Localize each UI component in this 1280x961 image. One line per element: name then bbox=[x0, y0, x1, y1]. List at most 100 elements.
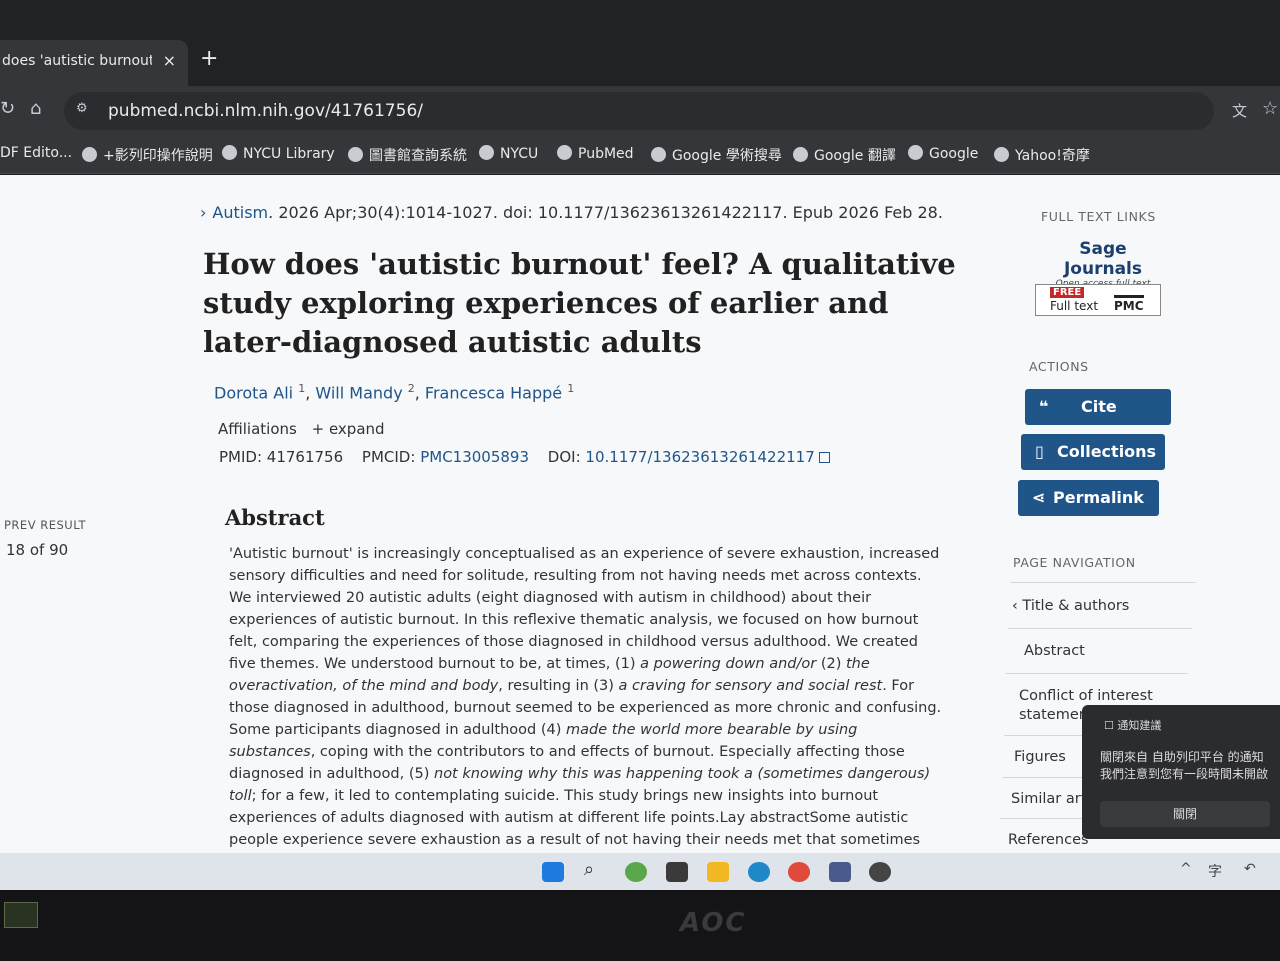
tab-strip: does 'autistic burnout' fe × + bbox=[0, 0, 1280, 86]
cite-button[interactable]: ❝ Cite bbox=[1025, 389, 1171, 425]
bookmark-item[interactable]: 圖書館查詢系統 bbox=[348, 145, 467, 165]
undo-icon[interactable]: ↶ bbox=[1244, 861, 1256, 877]
input-method-icon[interactable]: 字 bbox=[1208, 861, 1222, 881]
bookmark-item[interactable]: Google bbox=[908, 145, 978, 162]
reload-icon[interactable]: ↻ bbox=[0, 98, 15, 119]
affiliations-row: Affiliations + expand bbox=[218, 420, 385, 438]
result-count: 18 of 90 bbox=[6, 541, 69, 559]
globe-icon bbox=[651, 147, 666, 162]
new-tab-button[interactable]: + bbox=[200, 46, 218, 71]
article-title: How does 'autistic burnout' feel? A qual… bbox=[203, 247, 956, 359]
close-tab-icon[interactable]: × bbox=[163, 40, 176, 82]
site-info-icon[interactable]: ⚙ bbox=[76, 101, 100, 121]
chevron-up-icon[interactable]: ^ bbox=[1180, 861, 1192, 877]
divider bbox=[1006, 673, 1188, 674]
nav-title-authors[interactable]: ‹ Title & authors bbox=[1012, 598, 1129, 614]
pmcid-link[interactable]: PMC13005893 bbox=[420, 448, 529, 466]
pmid: PMID: 41761756 bbox=[219, 448, 344, 466]
toast-message: 關閉來自 自助列印平台 的通知 我們注意到您有一段時間未開啟 bbox=[1100, 750, 1269, 781]
start-icon[interactable] bbox=[542, 862, 564, 882]
abstract-text: 'Autistic burnout' is increasingly conce… bbox=[229, 546, 942, 848]
toast-header: ☐ 通知建議 bbox=[1104, 719, 1162, 732]
bookmark-item[interactable]: PubMed bbox=[557, 145, 634, 162]
browser-toolbar: ↻ ⌂ ⚙ pubmed.ncbi.nlm.nih.gov/41761756/ … bbox=[0, 86, 1280, 136]
affiliation-ref[interactable]: 2 bbox=[408, 382, 415, 395]
bookmark-item[interactable]: Google 學術搜尋 bbox=[651, 145, 782, 165]
active-tab[interactable]: does 'autistic burnout' fe × bbox=[0, 40, 188, 86]
divider bbox=[1008, 628, 1192, 629]
pmc-logo: PMC bbox=[1114, 295, 1144, 313]
share-icon: ⋖ bbox=[1032, 488, 1046, 507]
actions-heading: ACTIONS bbox=[1029, 359, 1089, 374]
bookmark-item[interactable]: NYCU bbox=[479, 145, 538, 162]
app-icon[interactable] bbox=[869, 862, 891, 882]
globe-icon bbox=[82, 147, 97, 162]
nav-references[interactable]: References bbox=[1008, 832, 1089, 848]
pubmed-page: › Autism. 2026 Apr;30(4):1014-1027. doi: … bbox=[0, 175, 1280, 853]
address-bar[interactable]: ⚙ pubmed.ncbi.nlm.nih.gov/41761756/ bbox=[64, 92, 1214, 130]
taskbar: ⌕ ^ 字 ↶ bbox=[0, 853, 1280, 890]
bookmark-item[interactable]: DF Edito... bbox=[0, 145, 72, 161]
journal-link[interactable]: Autism bbox=[212, 203, 268, 222]
page-navigation-heading: PAGE NAVIGATION bbox=[1013, 555, 1136, 570]
bookmark-star-icon[interactable]: ☆ bbox=[1262, 98, 1278, 119]
toast-close-button[interactable]: 關閉 bbox=[1100, 801, 1270, 827]
doi-label: DOI: bbox=[547, 448, 581, 466]
monitor-brand-logo: AOC bbox=[680, 908, 747, 938]
pmcid-label: PMCID: bbox=[361, 448, 416, 466]
nav-figures[interactable]: Figures bbox=[1014, 749, 1066, 765]
author-list: Dorota Ali 1, Will Mandy 2, Francesca Ha… bbox=[214, 382, 575, 403]
prev-result-label[interactable]: PREV RESULT bbox=[4, 518, 86, 532]
author-link[interactable]: Francesca Happé bbox=[425, 383, 562, 402]
bookmark-item[interactable]: NYCU Library bbox=[222, 145, 335, 162]
energy-star-badge bbox=[4, 902, 38, 928]
bookmark-item[interactable]: +影列印操作說明 bbox=[82, 145, 213, 165]
external-link-icon[interactable] bbox=[818, 452, 830, 463]
affiliation-ref[interactable]: 1 bbox=[567, 382, 574, 395]
citation-details: . 2026 Apr;30(4):1014-1027. doi: 10.1177… bbox=[268, 203, 943, 222]
collections-button[interactable]: ▯ Collections bbox=[1021, 434, 1165, 470]
globe-icon bbox=[479, 145, 494, 160]
full-text-label: Full text bbox=[1050, 299, 1099, 313]
globe-icon bbox=[348, 147, 363, 162]
identifiers-row: PMID: 41761756 PMCID: PMC13005893 DOI: 1… bbox=[219, 448, 830, 466]
permalink-button[interactable]: ⋖ Permalink bbox=[1018, 480, 1159, 516]
sage-journals-link[interactable]: Sage Journals Open access full text bbox=[1047, 239, 1159, 289]
chevron-left-icon: ‹ bbox=[1012, 598, 1023, 614]
search-icon[interactable]: ⌕ bbox=[584, 859, 606, 880]
file-explorer-icon[interactable] bbox=[707, 862, 729, 882]
abstract-heading: Abstract bbox=[225, 505, 325, 530]
chrome-icon[interactable] bbox=[788, 862, 810, 882]
free-badge: FREE bbox=[1050, 287, 1085, 298]
bookmarks-bar: DF Edito... +影列印操作說明 NYCU Library 圖書館查詢系… bbox=[0, 136, 1280, 174]
bookmark-item[interactable]: Yahoo!奇摩 bbox=[994, 145, 1090, 165]
globe-icon bbox=[557, 145, 572, 160]
translate-icon[interactable]: 文 bbox=[1232, 100, 1247, 121]
sage-logo: Sage Journals bbox=[1063, 239, 1142, 279]
divider bbox=[1010, 582, 1196, 583]
edge-icon[interactable] bbox=[748, 862, 770, 882]
nav-abstract[interactable]: Abstract bbox=[1024, 643, 1085, 659]
url-text[interactable]: pubmed.ncbi.nlm.nih.gov/41761756/ bbox=[108, 101, 423, 121]
expand-affiliations-button[interactable]: + expand bbox=[312, 420, 385, 438]
app-icon[interactable] bbox=[625, 862, 647, 882]
monitor-bezel: AOC bbox=[0, 890, 1280, 961]
reader-icon[interactable] bbox=[829, 862, 851, 882]
affiliations-label: Affiliations bbox=[218, 420, 297, 438]
globe-icon bbox=[908, 145, 923, 160]
doi-link[interactable]: 10.1177/13623613261422117 bbox=[585, 448, 814, 466]
home-icon[interactable]: ⌂ bbox=[30, 98, 41, 119]
bookmark-item[interactable]: Google 翻譯 bbox=[793, 145, 896, 165]
author-link[interactable]: Will Mandy bbox=[315, 383, 402, 402]
citation-line: › Autism. 2026 Apr;30(4):1014-1027. doi: … bbox=[200, 203, 943, 222]
app-icon[interactable] bbox=[666, 862, 688, 882]
pmc-full-text-link[interactable]: FREE Full text PMC bbox=[1035, 284, 1161, 316]
globe-icon bbox=[793, 147, 808, 162]
quote-icon: ❝ bbox=[1039, 397, 1049, 416]
notification-toast: ☐ 通知建議 關閉來自 自助列印平台 的通知 我們注意到您有一段時間未開啟 關閉 bbox=[1082, 705, 1280, 839]
author-link[interactable]: Dorota Ali bbox=[214, 383, 293, 402]
nav-similar-articles[interactable]: Similar arti bbox=[1011, 791, 1090, 807]
tab-title: does 'autistic burnout' fe bbox=[2, 53, 152, 69]
full-text-links-heading: FULL TEXT LINKS bbox=[1041, 209, 1156, 224]
globe-icon bbox=[994, 147, 1009, 162]
